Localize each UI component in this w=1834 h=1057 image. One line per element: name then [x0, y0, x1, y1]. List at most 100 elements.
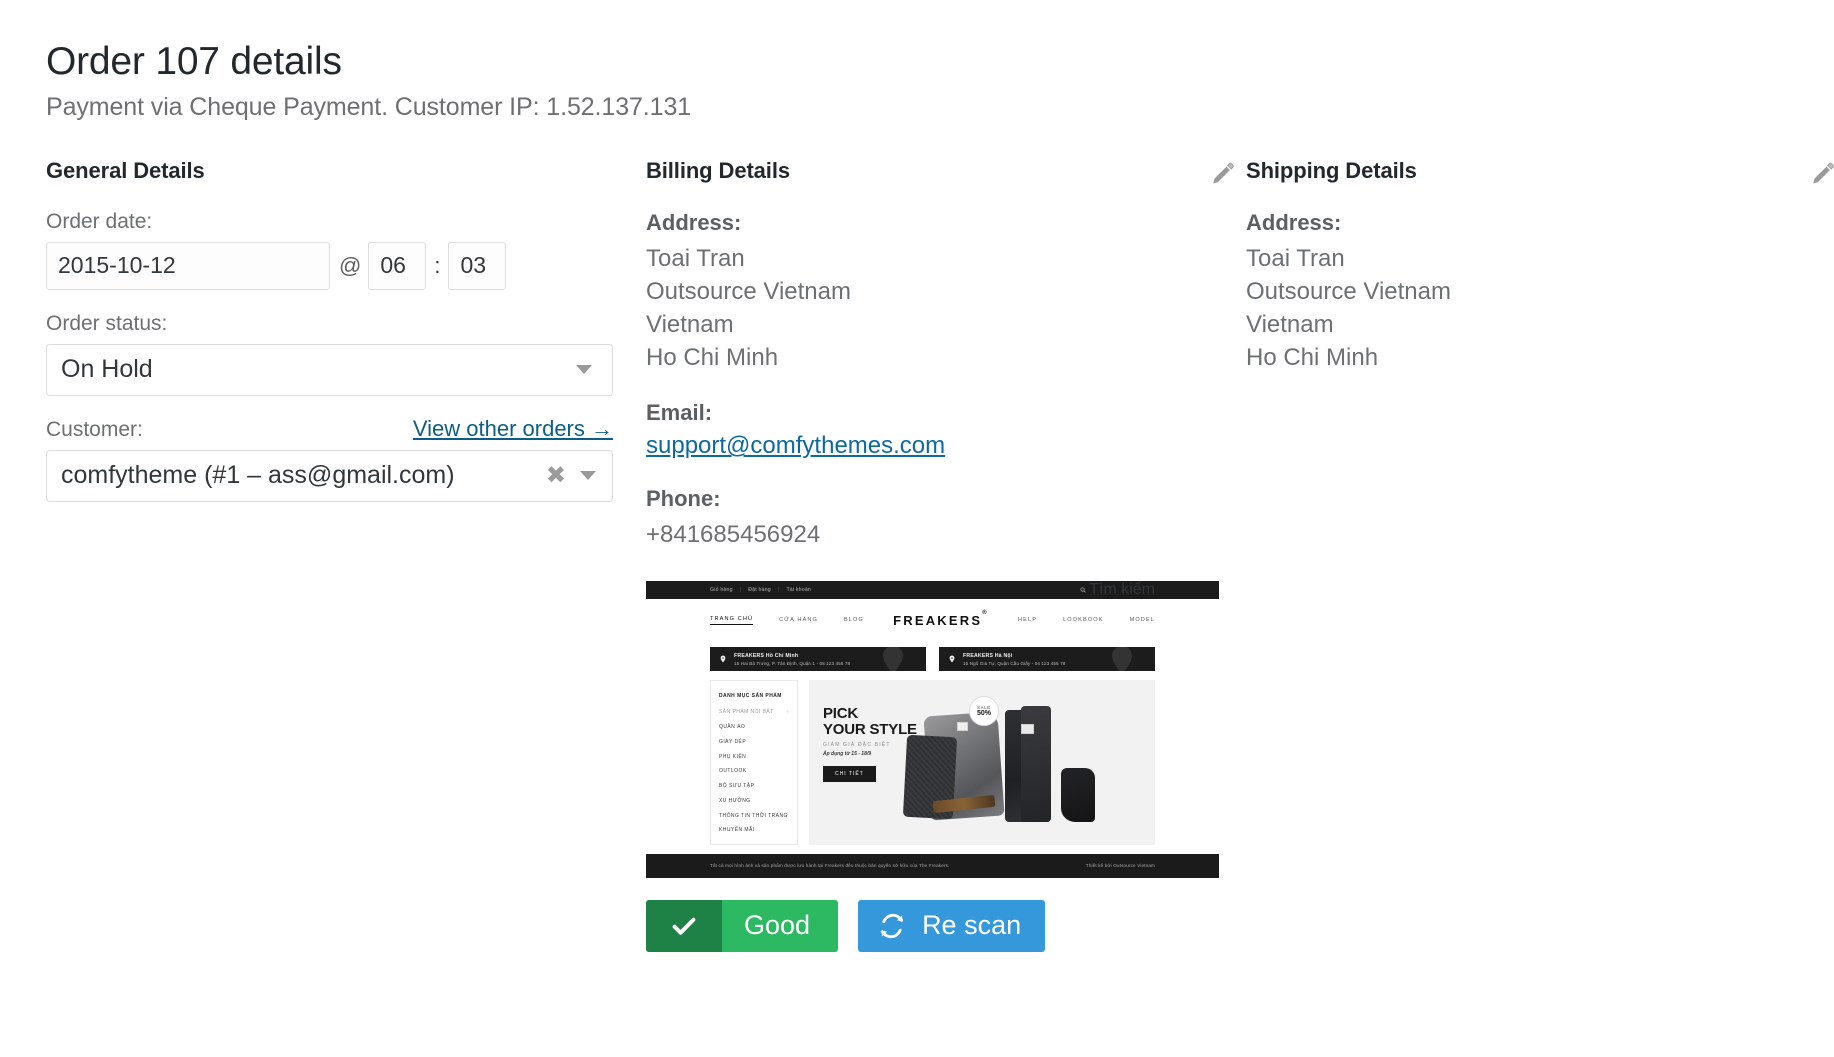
preview-sidebar-item-shoes[interactable]: GIÀY DÉP: [711, 734, 797, 749]
order-date-input[interactable]: [46, 241, 330, 290]
preview-footer: Tất cả mọi hình ảnh và sản phẩm được lưu…: [646, 853, 1219, 878]
general-details-heading: General Details: [46, 157, 205, 183]
preview-store-text: FREAKERS Hà Nội 15 Ngô Gia Tự, Quận Cầu …: [963, 653, 1065, 666]
preview-separator: |: [739, 587, 742, 594]
preview-sidebar-item-featured[interactable]: SẢN PHẨM NỔI BẬT ›: [711, 705, 797, 720]
preview-sidebar-item-trends[interactable]: XU HƯỚNG: [711, 793, 797, 808]
order-status-label: Order status:: [46, 311, 168, 335]
map-pin-icon: [720, 656, 726, 663]
view-other-orders-link[interactable]: View other orders →: [413, 416, 613, 442]
billing-phone-label: Phone:: [646, 486, 721, 512]
map-pin-icon: [949, 656, 955, 663]
preview-logo-mark: ®: [982, 609, 989, 616]
billing-address-line: Ho Chi Minh: [646, 344, 779, 372]
preview-topbar-link[interactable]: Tài khoản: [786, 587, 811, 593]
preview-store-name: FREAKERS Hồ Chí Minh: [734, 652, 799, 659]
preview-sidebar-item-outlook[interactable]: OUTLOOK: [711, 764, 797, 779]
shipping-details-column: Shipping Details Address: Toai Tran Outs…: [1246, 158, 1834, 374]
order-date-label: Order date:: [46, 209, 153, 233]
preview-sidebar-item-clothing[interactable]: QUẦN ÁO: [711, 720, 797, 735]
order-details-page: Order 107 details Payment via Cheque Pay…: [0, 0, 1834, 1057]
preview-sidebar-item-promotions[interactable]: KHUYẾN MÃI: [711, 823, 797, 838]
preview-store-address: 15 Hai Bà Trưng, P. Tân Định, Quận 1 - 0…: [734, 660, 851, 666]
preview-sidebar-item-collection[interactable]: BỘ SƯU TẬP: [711, 779, 797, 794]
hero-subtitle-2: Áp dụng từ 15 - 18/9: [823, 750, 872, 757]
preview-topbar: Giỏ hàng | Đặt hàng | Tài khoản Tìm kiếm: [646, 581, 1219, 600]
preview-store-text: FREAKERS Hồ Chí Minh 15 Hai Bà Trưng, P.…: [734, 653, 850, 666]
order-status-select[interactable]: On Hold: [46, 343, 613, 396]
hero-price-tag: [957, 722, 968, 732]
preview-sidebar-item-accessories[interactable]: PHỤ KIỆN: [711, 749, 797, 764]
order-hour-input[interactable]: [368, 241, 427, 290]
hero-title-line2: YOUR STYLE: [823, 720, 917, 738]
order-status-row: Order status: On Hold: [46, 312, 646, 396]
preview-nav-item-shop[interactable]: CỬA HÀNG: [779, 617, 818, 623]
customer-value: comfytheme (#1 – ass@gmail.com): [61, 461, 455, 490]
hero-boot-image: [1061, 768, 1095, 823]
sale-badge-value: 50%: [976, 710, 991, 718]
rescan-button-label: Re scan: [922, 910, 1022, 941]
hero-subtitle: GIẢM GIÁ ĐẶC BIỆT: [823, 741, 891, 748]
preview-sidebar-heading: DANH MỤC SẢN PHẨM: [719, 692, 782, 699]
preview-topbar-links: Giỏ hàng | Đặt hàng | Tài khoản: [710, 587, 811, 593]
hero-title-line1: PICK: [823, 705, 859, 723]
billing-phone-value: +841685456924: [646, 521, 821, 549]
shipping-address-line: Toai Tran: [1246, 244, 1345, 272]
hero-price-tag: [1021, 724, 1034, 735]
preview-sidebar-label: SẢN PHẨM NỔI BẬT: [719, 709, 774, 716]
preview-topbar-link[interactable]: Đặt hàng: [748, 587, 771, 593]
chevron-down-icon: [580, 471, 596, 481]
preview-body: DANH MỤC SẢN PHẨM SẢN PHẨM NỔI BẬT › QUẦ…: [646, 671, 1219, 845]
preview-nav-item-help[interactable]: HELP: [1018, 617, 1037, 623]
preview-nav-item-model[interactable]: MODEL: [1130, 617, 1155, 623]
chevron-right-icon: ›: [786, 709, 789, 716]
billing-address-label: Address:: [646, 209, 742, 235]
preview-search[interactable]: Tìm kiếm: [1080, 581, 1155, 599]
billing-details-heading: Billing Details: [646, 157, 790, 183]
order-status-value: On Hold: [61, 355, 153, 384]
at-symbol: @: [339, 252, 362, 278]
preview-nav-right: HELP LOOKBOOK MODEL: [992, 617, 1155, 623]
map-pin-icon: [1112, 647, 1132, 672]
preview-sidebar: DANH MỤC SẢN PHẨM SẢN PHẨM NỔI BẬT › QUẦ…: [710, 680, 798, 845]
order-minute-input[interactable]: [448, 241, 507, 290]
refresh-icon: [878, 912, 906, 940]
edit-billing-pencil-icon[interactable]: [1208, 158, 1238, 188]
good-button-label: Good: [744, 910, 811, 941]
action-buttons: Good Re scan: [646, 899, 1246, 952]
clear-icon[interactable]: ✖: [546, 463, 566, 488]
preview-store-banners: FREAKERS Hồ Chí Minh 15 Hai Bà Trưng, P.…: [646, 641, 1219, 672]
preview-nav-item-home[interactable]: TRANG CHỦ: [710, 616, 754, 625]
good-button[interactable]: Good: [646, 899, 839, 952]
customer-select[interactable]: comfytheme (#1 – ass@gmail.com) ✖: [46, 449, 613, 502]
preview-nav-item-lookbook[interactable]: LOOKBOOK: [1063, 617, 1104, 623]
billing-address-line: Outsource Vietnam: [646, 277, 851, 305]
search-icon: [1080, 587, 1086, 594]
page-subtitle: Payment via Cheque Payment. Customer IP:…: [46, 92, 692, 121]
preview-store-banner[interactable]: FREAKERS Hà Nội 15 Ngô Gia Tự, Quận Cầu …: [939, 647, 1155, 672]
preview-hero-banner[interactable]: SALE 50% PICK YOUR STYLE GIẢM GIÁ ĐẶC BI…: [809, 680, 1155, 845]
preview-store-address: 15 Ngô Gia Tự, Quận Cầu Giấy - 04 123 45…: [963, 660, 1066, 666]
preview-sidebar-item-fashion-news[interactable]: THÔNG TIN THỜI TRANG: [711, 808, 797, 823]
site-preview-thumbnail[interactable]: Giỏ hàng | Đặt hàng | Tài khoản Tìm kiếm: [646, 581, 1219, 878]
chevron-down-icon: [576, 365, 592, 375]
preview-logo: FREAKERS®: [893, 609, 989, 628]
preview-nav-left: TRANG CHỦ CỬA HÀNG BLOG: [710, 616, 890, 625]
map-pin-icon: [883, 647, 903, 672]
details-columns: General Details Order date: @ : Order st…: [46, 157, 1834, 952]
preview-topbar-link[interactable]: Giỏ hàng: [710, 587, 733, 593]
shipping-address-line: Vietnam: [1246, 311, 1334, 339]
preview-store-banner[interactable]: FREAKERS Hồ Chí Minh 15 Hai Bà Trưng, P.…: [710, 647, 926, 672]
preview-store-name: FREAKERS Hà Nội: [963, 652, 1013, 659]
preview-nav-item-blog[interactable]: BLOG: [844, 617, 864, 623]
hero-cta-button[interactable]: CHI TIẾT: [823, 765, 876, 782]
billing-details-column: Billing Details Address: Toai Tran Outso…: [646, 158, 1246, 952]
billing-email-link[interactable]: support@comfythemes.com: [646, 432, 945, 460]
check-icon: [646, 899, 722, 952]
edit-shipping-pencil-icon[interactable]: [1808, 158, 1834, 188]
preview-logo-text: FREAKERS: [893, 612, 983, 628]
rescan-button[interactable]: Re scan: [858, 899, 1046, 952]
time-colon: :: [434, 252, 441, 278]
